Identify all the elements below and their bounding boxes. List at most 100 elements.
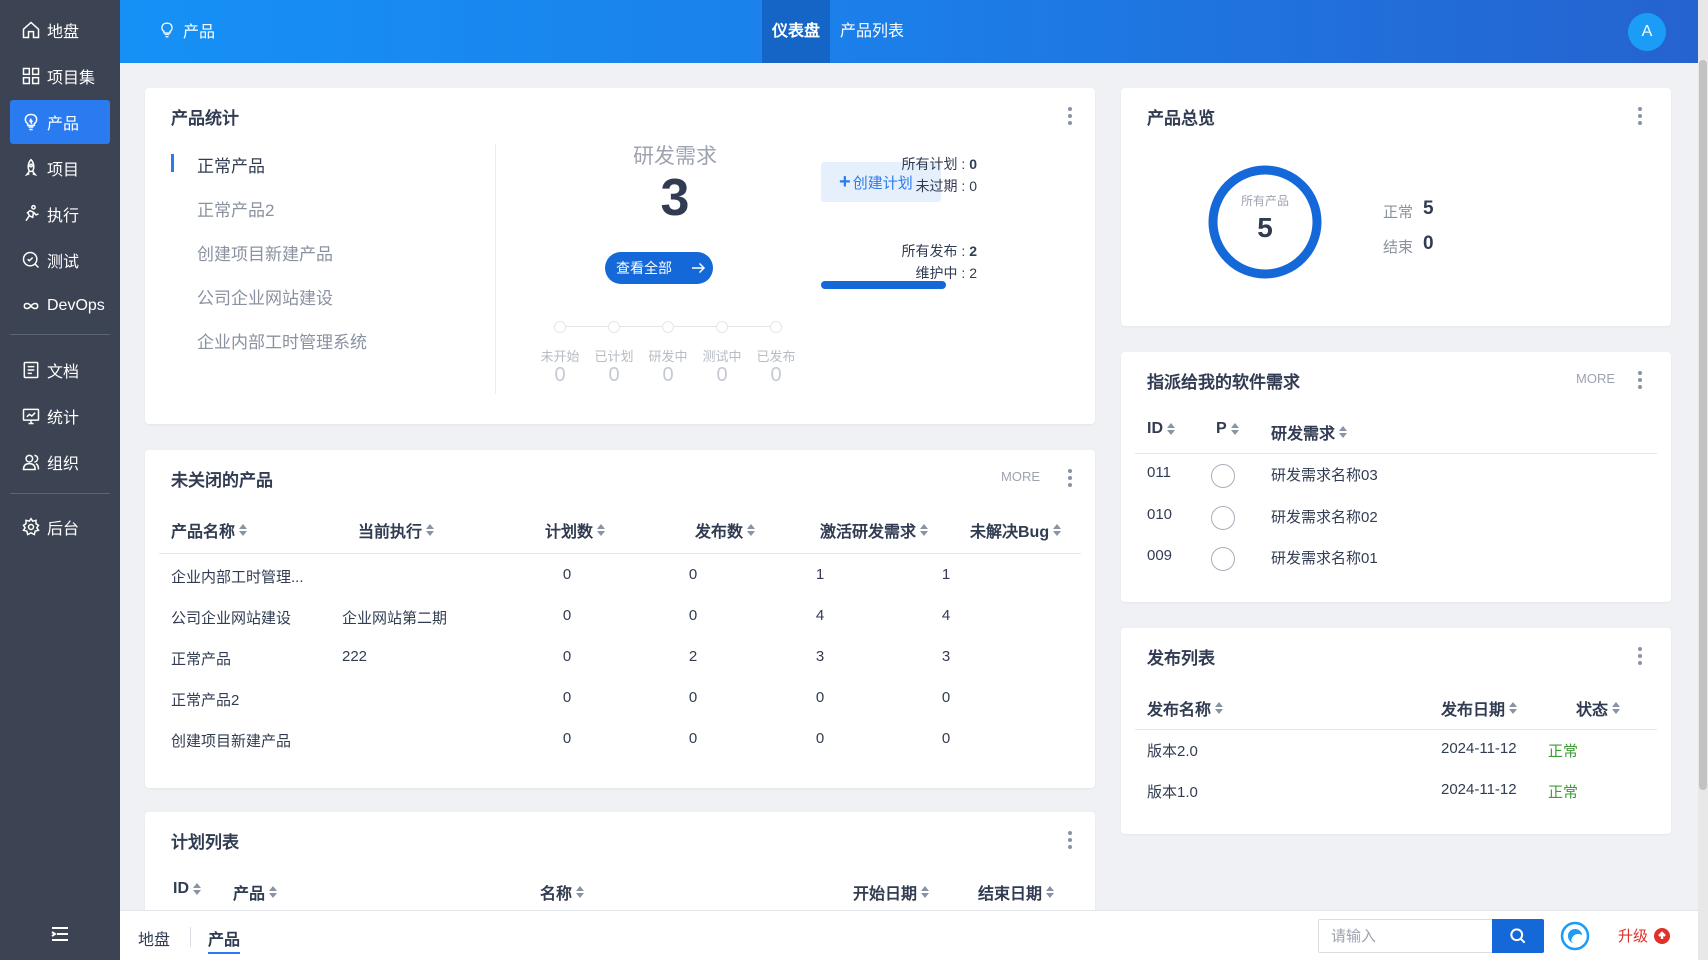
home-icon [20,19,42,41]
column-header-active-stories[interactable]: 激活研发需求 [820,518,929,542]
sidebar-item-label: 产品 [47,116,80,133]
sidebar-item-org[interactable]: 组织 [10,440,110,484]
story-id: 009 [1147,547,1173,564]
table-row[interactable] [1135,773,1657,813]
priority-radio[interactable] [1211,505,1235,530]
sidebar-collapse-button[interactable] [48,922,72,946]
column-header-start-date[interactable]: 开始日期 [853,880,930,904]
more-link[interactable]: MORE [1576,371,1615,386]
sidebar-item-label: 项目 [47,162,80,179]
release-date: 2024-11-12 [1441,740,1517,757]
column-header-plans[interactable]: 计划数 [545,518,606,542]
column-header-id[interactable]: ID [173,880,202,898]
divider [495,144,496,394]
card-menu-icon[interactable] [1632,368,1648,392]
table-cell: 0 [688,730,698,747]
column-header-id[interactable]: ID [1147,420,1176,438]
product-list-item[interactable]: 正常产品2 [197,196,274,221]
priority-radio[interactable] [1211,547,1235,571]
product-list-item[interactable]: 公司企业网站建设 [197,284,333,309]
page-scrollbar-thumb[interactable] [1699,60,1707,790]
tab-product-list[interactable]: 产品列表 [830,0,914,63]
rocket-icon [20,157,42,179]
app-logo-icon[interactable] [1560,921,1590,951]
unclosed-products-card: 未关闭的产品 MORE 产品名称 当前执行 计划数 发布数 激活研发需求 未解决… [145,450,1095,788]
card-menu-icon[interactable] [1062,828,1078,852]
infinity-icon [20,295,42,317]
card-menu-icon[interactable] [1062,466,1078,490]
column-header-label: 未解决Bug [970,524,1050,541]
sidebar-item-program[interactable]: 项目集 [10,54,110,98]
column-header-name[interactable]: 名称 [540,880,585,904]
table-row[interactable] [1135,732,1657,772]
column-header-releases[interactable]: 发布数 [695,518,756,542]
card-menu-icon[interactable] [1062,104,1078,128]
sidebar-item-statistics[interactable]: 统计 [10,394,110,438]
breadcrumb[interactable]: 产品 [158,18,215,42]
column-header-priority[interactable]: P [1216,420,1240,438]
column-header-label: 发布数 [695,524,744,541]
table-cell: 0 [562,689,572,706]
column-header-product-name[interactable]: 产品名称 [171,518,248,542]
normal-value: 5 [1423,198,1434,219]
bulb-icon [20,111,42,133]
column-header-current-execution[interactable]: 当前执行 [358,518,435,542]
card-menu-icon[interactable] [1632,104,1648,128]
product-overview-card: 产品总览 所有产品 5 正常 5 结束 0 [1121,88,1671,326]
sidebar-item-product[interactable]: 产品 [10,100,110,144]
product-list-item[interactable]: 企业内部工时管理系统 [197,328,367,353]
sort-icon [1215,702,1224,714]
column-header-story[interactable]: 研发需求 [1271,420,1348,444]
table-header-divider [159,553,1081,554]
column-header-label: 状态 [1576,702,1609,719]
search-button[interactable] [1492,919,1544,953]
table-cell: 正常产品 [171,651,232,668]
run-icon [20,203,42,225]
table-cell: 222 [342,648,368,665]
maintaining-label: 维护中 [915,265,958,281]
sidebar-item-dashboard[interactable]: 地盘 [10,8,110,52]
release-name: 版本2.0 [1147,743,1198,760]
upgrade-button[interactable]: 升级 [1618,925,1671,946]
sidebar-item-devops[interactable]: DevOps [10,284,110,328]
bottom-tab-dashboard[interactable]: 地盘 [138,926,170,950]
sidebar-item-execution[interactable]: 执行 [10,192,110,236]
chart-monitor-icon [20,405,42,427]
column-header-unresolved-bugs[interactable]: 未解决Bug [970,518,1062,542]
product-list-item[interactable]: 创建项目新建产品 [197,240,333,265]
table-cell: 0 [562,648,572,665]
card-title: 计划列表 [171,833,239,852]
column-header-product[interactable]: 产品 [233,880,278,904]
search-input[interactable] [1318,919,1492,953]
all-plans-value: 0 [969,156,977,172]
step-value: 0 [608,364,620,386]
tab-dashboard[interactable]: 仪表盘 [762,0,831,63]
card-menu-icon[interactable] [1632,644,1648,668]
sidebar-item-admin[interactable]: 后台 [10,505,110,549]
priority-radio[interactable] [1211,464,1235,488]
product-list-item[interactable]: 正常产品 [197,152,265,177]
column-header-status[interactable]: 状态 [1576,696,1621,720]
bottom-tab-product[interactable]: 产品 [208,926,241,954]
table-cell: 0 [688,689,698,706]
column-header-release-name[interactable]: 发布名称 [1147,696,1224,720]
sidebar-item-doc[interactable]: 文档 [10,348,110,392]
sidebar-item-label: 测试 [47,254,80,271]
sort-icon [1167,423,1176,435]
sort-icon [921,886,930,898]
step-dot [770,321,782,333]
column-header-end-date[interactable]: 结束日期 [978,880,1055,904]
avatar[interactable]: A [1628,13,1666,51]
arrow-right-icon [689,259,707,277]
view-all-label: 查看全部 [616,260,672,276]
sort-icon [1053,524,1062,536]
unexpired-stat: 未过期 : 0 [915,178,977,194]
sidebar-divider [10,334,110,335]
view-all-button[interactable]: 查看全部 [605,252,713,284]
sidebar-item-test[interactable]: 测试 [10,238,110,282]
release-status: 正常 [1548,743,1579,760]
sidebar-item-project[interactable]: 项目 [10,146,110,190]
more-link[interactable]: MORE [1001,469,1040,484]
table-cell: 0 [688,607,698,624]
column-header-release-date[interactable]: 发布日期 [1441,696,1518,720]
